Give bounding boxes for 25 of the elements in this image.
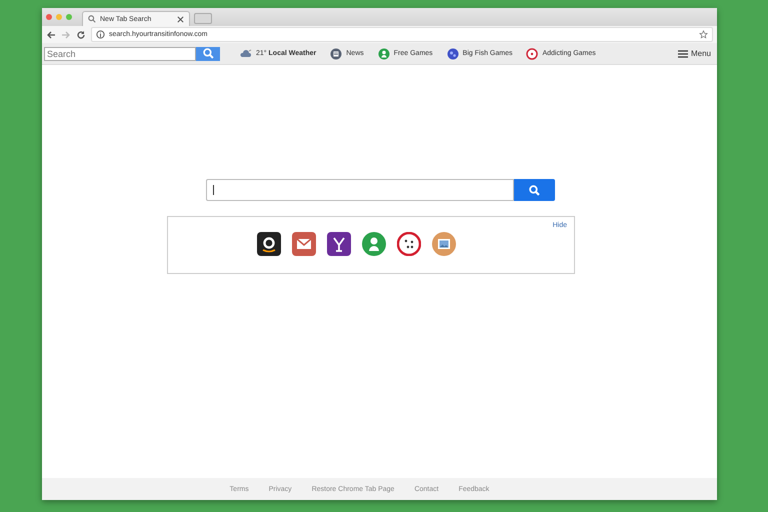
dice-shortcut-icon[interactable] [396,232,420,256]
search-field[interactable] [206,179,514,201]
portal-shortcut-icon[interactable] [326,232,350,256]
shopping-shortcut-icon[interactable] [256,232,280,256]
menu-button[interactable]: Menu [678,49,711,58]
search-icon [88,15,96,23]
menu-icon [678,50,688,58]
info-icon [96,30,105,39]
person-shortcut-icon[interactable] [362,232,386,256]
globe-icon [446,48,459,60]
person-icon [378,48,390,60]
search-icon [202,48,214,59]
star-icon[interactable] [699,30,708,39]
back-icon[interactable] [46,30,56,40]
search-button[interactable] [514,179,554,201]
close-icon[interactable] [177,16,184,22]
reload-icon[interactable] [76,30,86,40]
photo-shortcut-icon[interactable] [432,232,456,256]
weather-icon [240,48,252,58]
search-button[interactable] [196,46,220,60]
newspaper-icon [330,48,342,60]
target-icon [526,48,538,60]
search-field[interactable]: Search [44,46,196,60]
mail-shortcut-icon[interactable] [292,232,316,256]
search-icon [528,184,540,196]
